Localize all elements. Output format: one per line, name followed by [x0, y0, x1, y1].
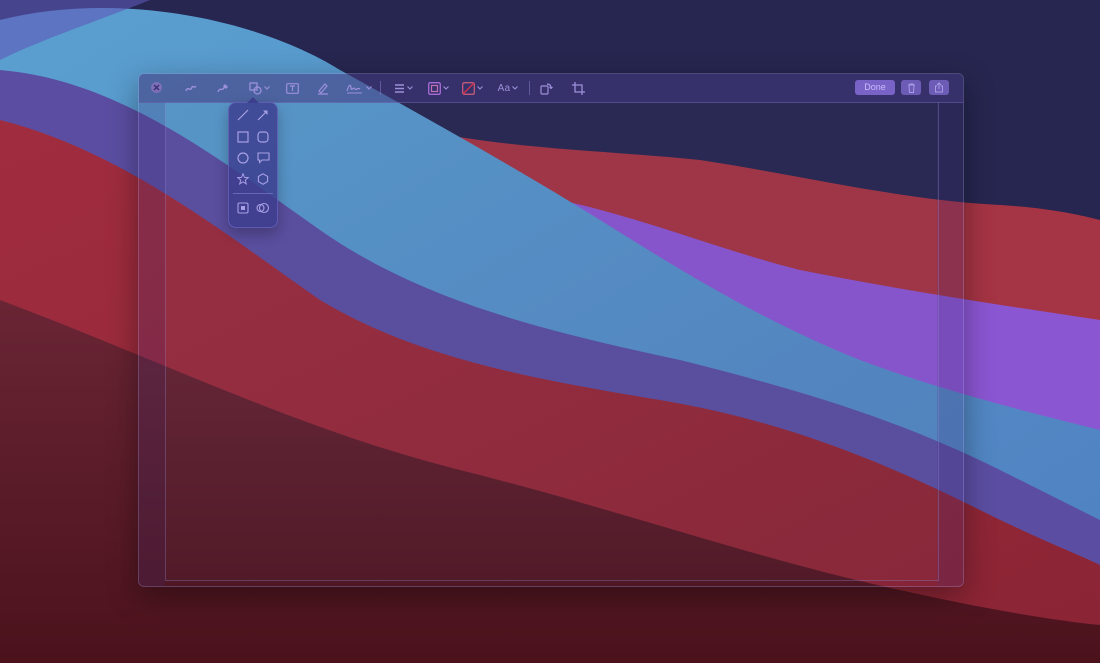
sign-button[interactable]	[345, 80, 373, 96]
rotate-button[interactable]	[538, 80, 554, 96]
highlight-icon	[318, 83, 328, 95]
shapes-menu	[228, 97, 278, 228]
shape-mask[interactable]	[235, 200, 251, 216]
chevron-down-icon	[366, 86, 372, 90]
left-margin	[139, 102, 165, 586]
shape-star[interactable]	[235, 171, 251, 187]
close-icon	[153, 84, 160, 91]
share-button[interactable]	[929, 80, 949, 95]
text-button[interactable]	[284, 80, 300, 96]
shape-speech-bubble[interactable]	[255, 150, 271, 166]
shape-arrow[interactable]	[255, 107, 271, 123]
trash-icon	[907, 83, 915, 93]
line-style-icon	[394, 83, 404, 93]
menu-separator	[233, 193, 273, 194]
shape-rounded-rectangle[interactable]	[255, 129, 271, 145]
text-style-button[interactable]: Aa	[495, 80, 521, 96]
shape-line[interactable]	[235, 107, 251, 123]
done-button[interactable]: Done	[855, 80, 895, 95]
signature-icon	[346, 84, 362, 94]
line-icon	[237, 109, 249, 121]
draw-button[interactable]	[215, 80, 231, 96]
rectangle-icon	[237, 131, 249, 143]
right-margin	[937, 102, 963, 586]
image-canvas[interactable]	[165, 102, 939, 581]
crop-button[interactable]	[570, 80, 586, 96]
shapes-icon	[248, 81, 262, 95]
border-color-icon	[427, 81, 441, 95]
text-style-label: Aa	[497, 82, 511, 94]
shape-loupe[interactable]	[255, 200, 271, 216]
star-icon	[237, 173, 249, 185]
sketch-button[interactable]	[183, 80, 199, 96]
chevron-down-icon	[512, 86, 519, 90]
shape-oval[interactable]	[235, 150, 251, 166]
rotate-icon	[539, 82, 553, 95]
shapes-button[interactable]	[247, 80, 271, 96]
delete-button[interactable]	[901, 80, 921, 95]
chevron-down-icon	[442, 86, 449, 90]
shape-rectangle[interactable]	[235, 129, 251, 145]
fill-color-icon	[461, 81, 475, 95]
loupe-icon	[256, 202, 270, 214]
popover-arrow	[247, 97, 259, 103]
rounded-rectangle-icon	[257, 131, 269, 143]
close-button[interactable]	[151, 82, 162, 93]
border-color-button[interactable]	[425, 80, 451, 96]
chevron-down-icon	[263, 86, 270, 90]
hexagon-icon	[257, 173, 269, 185]
line-style-button[interactable]	[391, 80, 415, 96]
oval-icon	[237, 152, 249, 164]
arrow-icon	[257, 110, 268, 121]
toolbar-separator	[529, 81, 530, 95]
text-box-icon	[285, 82, 299, 94]
mask-icon	[237, 202, 249, 214]
share-icon	[935, 82, 943, 93]
chevron-down-icon	[406, 86, 413, 90]
markup-toolbar: Aa Done	[139, 74, 963, 103]
fill-color-button[interactable]	[459, 80, 485, 96]
chevron-down-icon	[476, 86, 483, 90]
highlight-button[interactable]	[315, 80, 331, 96]
toolbar-separator	[380, 81, 381, 95]
speech-bubble-icon	[256, 152, 270, 164]
shape-hexagon[interactable]	[255, 171, 271, 187]
crop-icon	[571, 81, 585, 95]
draw-icon	[217, 84, 228, 93]
sketch-icon	[185, 85, 197, 92]
